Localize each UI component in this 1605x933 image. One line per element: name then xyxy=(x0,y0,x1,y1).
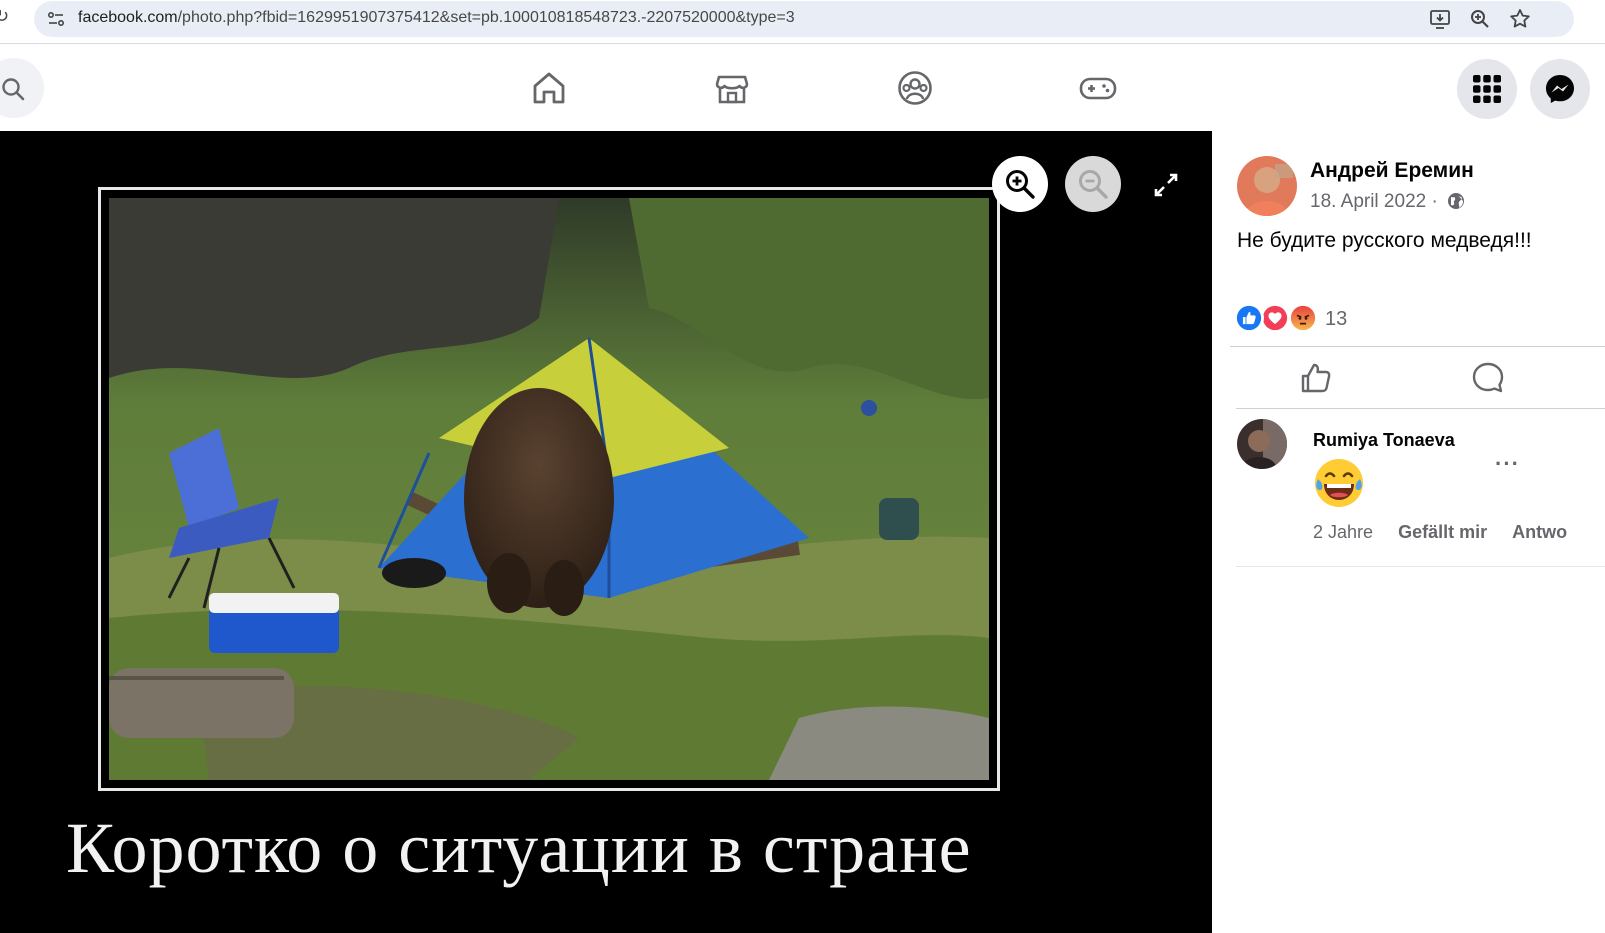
url-host: facebook.com xyxy=(78,9,178,26)
post-meta: 18. April 2022 · xyxy=(1310,191,1465,213)
comment-author[interactable]: Rumiya Tonaeva xyxy=(1313,430,1455,451)
meta-separator: · xyxy=(1431,191,1438,212)
fullscreen-icon[interactable] xyxy=(1152,171,1180,199)
comment-age[interactable]: 2 Jahre xyxy=(1313,522,1373,542)
comment-action-icon[interactable] xyxy=(1470,360,1506,396)
home-icon[interactable] xyxy=(530,69,568,107)
address-bar[interactable]: facebook.com/photo.php?fbid=162995190737… xyxy=(34,1,1574,37)
demotivator-frame xyxy=(98,187,1000,791)
site-info-icon[interactable] xyxy=(46,9,66,29)
comment-more-options[interactable]: ··· xyxy=(1495,451,1520,477)
bookmark-star-icon[interactable] xyxy=(1508,7,1532,31)
zoom-out-icon xyxy=(1079,170,1108,199)
divider xyxy=(1236,408,1605,409)
commenter-avatar-image xyxy=(1237,419,1287,469)
author-avatar[interactable] xyxy=(1237,156,1297,216)
menu-button[interactable] xyxy=(1457,59,1517,119)
like-action-icon[interactable] xyxy=(1298,360,1334,396)
reaction-count[interactable]: 13 xyxy=(1325,308,1347,331)
facebook-header xyxy=(0,45,1605,131)
search-button[interactable] xyxy=(0,58,44,118)
like-reaction-icon xyxy=(1234,303,1264,333)
photo-caption: Коротко о ситуации в стране xyxy=(66,808,972,888)
messenger-button[interactable] xyxy=(1530,59,1590,119)
post-sidebar: Андрей Еремин 18. April 2022 · Не будите… xyxy=(1212,131,1605,933)
divider xyxy=(1236,566,1605,567)
comment-like-button[interactable]: Gefällt mir xyxy=(1398,522,1487,542)
laughing-tears-emoji-icon xyxy=(1315,459,1363,507)
url-text[interactable]: facebook.com/photo.php?fbid=162995190737… xyxy=(78,9,795,27)
gaming-icon[interactable] xyxy=(1078,69,1118,107)
divider xyxy=(1230,346,1605,347)
post-author-name[interactable]: Андрей Еремин xyxy=(1310,159,1474,183)
search-icon xyxy=(2,78,25,101)
zoom-in-button[interactable] xyxy=(992,156,1048,212)
zoom-out-button[interactable] xyxy=(1065,156,1121,212)
reload-icon[interactable]: ↻ xyxy=(0,6,9,27)
install-app-icon[interactable] xyxy=(1428,7,1452,31)
angry-reaction-icon xyxy=(1288,303,1318,333)
comment-meta: 2 Jahre Gefällt mir Antwo xyxy=(1313,522,1587,543)
bear-tent-image xyxy=(109,198,989,780)
groups-icon[interactable] xyxy=(896,69,934,107)
photo-viewer: Коротко о ситуации в стране xyxy=(0,131,1212,933)
grid-menu-icon xyxy=(1473,75,1501,103)
zoom-icon[interactable] xyxy=(1468,7,1492,31)
love-reaction-icon xyxy=(1260,303,1290,333)
zoom-in-icon xyxy=(1006,170,1035,199)
marketplace-icon[interactable] xyxy=(713,69,751,107)
bear-tent-photo xyxy=(109,198,989,780)
messenger-icon xyxy=(1546,75,1574,103)
post-date[interactable]: 18. April 2022 xyxy=(1310,191,1426,212)
globe-icon xyxy=(1448,193,1465,209)
post-text: Не будите русского медведя!!! xyxy=(1237,229,1532,252)
commenter-avatar[interactable] xyxy=(1237,419,1287,469)
author-avatar-image xyxy=(1237,156,1297,216)
url-path: /photo.php?fbid=1629951907375412&set=pb.… xyxy=(177,9,795,26)
browser-toolbar: ↻ facebook.com/photo.php?fbid=1629951907… xyxy=(0,0,1605,44)
comment-reply-button[interactable]: Antwo xyxy=(1512,522,1567,542)
